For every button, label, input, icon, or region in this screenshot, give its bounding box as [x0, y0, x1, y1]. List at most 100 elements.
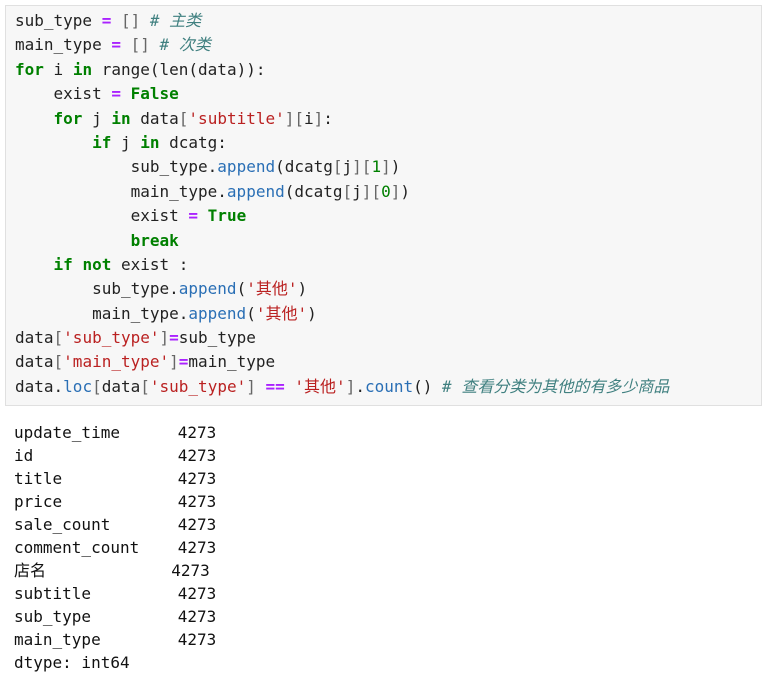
code-token: ]: [159, 328, 170, 348]
output-label: main_type: [14, 630, 101, 649]
code-token: 'sub_type': [63, 328, 160, 348]
code-line: data['main_type']=main_type: [15, 350, 669, 374]
code-token: ]: [381, 157, 391, 177]
code-line: sub_type.append(dcatg[j][1]): [15, 155, 669, 179]
code-token: j: [82, 108, 112, 128]
code-token: 'sub_type': [149, 376, 247, 396]
code-token: 'subtitle': [188, 108, 285, 128]
cell-output: update_time 4273 id 4273 title 4273 price 4…: [14, 421, 216, 674]
code-token: main_type.: [15, 181, 227, 201]
code-line: data.loc[data['sub_type'] == '其他'].count…: [15, 375, 669, 399]
code-token: 1: [371, 157, 382, 177]
output-label: sub_type: [14, 607, 92, 626]
code-token: main_type: [188, 352, 276, 372]
code-line: main_type.append(dcatg[j][0]): [15, 180, 669, 204]
code-token: sub_type: [15, 11, 102, 30]
code-token: append: [226, 181, 285, 201]
code-token: '其他': [246, 279, 298, 299]
output-padding: [101, 630, 178, 649]
code-line: main_type.append('其他'): [15, 302, 669, 326]
code-editor[interactable]: sub_type = [] # 主类 main_type = [] # 次类 for…: [15, 9, 669, 399]
output-value: 4273: [177, 515, 217, 534]
code-token: ): [390, 157, 401, 177]
output-value: 4273: [177, 423, 217, 442]
code-token: =: [178, 352, 189, 372]
code-line: for i in range(len(data)):: [15, 58, 669, 82]
output-value: 4273: [177, 630, 217, 649]
code-token: .: [355, 376, 365, 396]
code-token: data.: [15, 376, 64, 396]
output-row: subtitle 4273: [14, 582, 216, 605]
output-padding: [62, 492, 178, 511]
code-line: exist = False: [15, 82, 669, 106]
code-token: ==: [265, 376, 285, 396]
code-token: =: [101, 11, 112, 30]
code-token: (: [236, 279, 247, 299]
output-padding: [46, 561, 171, 580]
code-token: ]: [313, 108, 324, 128]
output-value: 4273: [177, 607, 217, 626]
code-token: =: [188, 206, 199, 226]
output-label: title: [14, 469, 63, 488]
code-token: [: [178, 108, 189, 128]
code-token: sub_type.: [15, 157, 218, 177]
code-token: data: [130, 108, 179, 128]
output-value: 4273: [177, 584, 217, 603]
code-token: ][: [352, 157, 372, 177]
code-token: j: [111, 132, 141, 152]
code-token: if: [92, 132, 112, 152]
code-token: i: [43, 59, 73, 79]
code-token: append: [178, 279, 237, 299]
code-token: [: [53, 328, 64, 348]
output-label: comment_count: [14, 538, 140, 557]
code-token: =: [169, 328, 179, 348]
code-token: append: [217, 157, 276, 177]
code-line: break: [15, 229, 669, 253]
code-token: # 查看分类为其他的有多少商品: [442, 376, 670, 396]
output-row: id 4273: [14, 444, 216, 467]
code-line: data['sub_type']=sub_type: [15, 326, 669, 350]
code-token: count: [364, 376, 414, 396]
code-line: exist = True: [15, 204, 669, 228]
code-token: exist :: [111, 254, 189, 274]
code-line: main_type = [] # 次类: [15, 33, 669, 57]
code-token: dcatg:: [159, 132, 227, 152]
code-token: (: [246, 303, 256, 323]
code-token: ): [297, 279, 308, 299]
code-input-cell[interactable]: sub_type = [] # 主类 main_type = [] # 次类 for…: [5, 5, 762, 406]
output-label: price: [14, 492, 63, 511]
output-row: sale_count 4273: [14, 513, 216, 536]
code-line: if not exist :: [15, 253, 669, 277]
output-label: subtitle: [14, 584, 92, 603]
code-token: =: [111, 35, 121, 55]
output-label: sale_count: [14, 515, 111, 534]
code-token: if: [53, 254, 73, 274]
code-token: data: [15, 352, 54, 372]
code-token: ): [307, 303, 317, 323]
code-token: # 主类: [149, 11, 202, 30]
code-token: exist: [15, 206, 189, 226]
code-token: for: [15, 59, 44, 79]
code-token: [: [92, 376, 102, 396]
code-token: ][: [284, 108, 305, 128]
code-token: (): [413, 376, 443, 396]
code-token: [: [53, 352, 64, 372]
code-token: append: [188, 303, 247, 323]
code-token: :: [323, 108, 333, 128]
output-row: main_type 4273: [14, 628, 216, 651]
code-token: 0: [381, 181, 391, 201]
output-row: title 4273: [14, 467, 216, 490]
code-token: data: [101, 376, 141, 396]
code-token: ]: [246, 376, 256, 396]
code-token: ]: [390, 181, 401, 201]
code-token: [: [342, 181, 353, 201]
code-line: sub_type = [] # 主类: [15, 9, 669, 33]
code-token: break: [130, 230, 179, 250]
